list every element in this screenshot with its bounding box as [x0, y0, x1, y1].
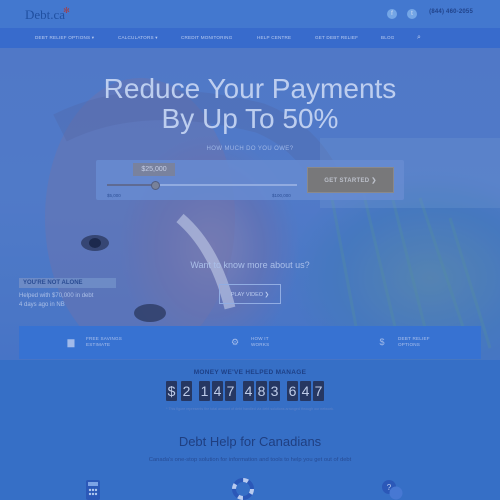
nav-calculators[interactable]: CALCULATORS ▾	[118, 28, 158, 48]
hero-title-line-1: Reduce Your Payments	[103, 73, 397, 104]
counter-digit: 4	[300, 381, 311, 401]
feature-debt-relief-options[interactable]: DEBT RELIEF OPTIONS	[398, 336, 430, 348]
gears-icon: ⚙	[230, 337, 240, 347]
testimonial-line-2: 4 days ago in NB	[19, 302, 65, 308]
feature-how-it-works[interactable]: HOW IT WORKS	[251, 336, 269, 348]
hero-title-line-2: By Up To 50%	[161, 103, 339, 134]
hero-section: Reduce Your Payments By Up To 50% HOW MU…	[0, 48, 500, 360]
counter-footnote: * This figure represents the total amoun…	[166, 407, 334, 411]
money-counter: $ 2 1 4 7 4 8 3 6 4 7	[166, 381, 336, 401]
slider-min-label: $5,000	[107, 193, 121, 198]
money-title: MONEY WE'VE HELPED MANAGE	[193, 369, 307, 376]
calculator-icon[interactable]	[82, 478, 104, 500]
twitter-icon[interactable]: t	[407, 9, 417, 19]
feature-free-savings-estimate[interactable]: FREE SAVINGS ESTIMATE	[86, 336, 122, 348]
get-started-button[interactable]: GET STARTED ❯	[307, 167, 394, 193]
counter-digit: 7	[225, 381, 236, 401]
counter-digit: 7	[313, 381, 324, 401]
facebook-icon[interactable]: f	[387, 9, 397, 19]
amount-badge: $25,000	[133, 163, 175, 176]
nav-get-debt-relief[interactable]: GET DEBT RELIEF	[315, 28, 358, 48]
counter-digit: 3	[269, 381, 280, 401]
counter-digit: 8	[256, 381, 267, 401]
features-strip: ▆ FREE SAVINGS ESTIMATE ⚙ HOW IT WORKS $…	[19, 326, 481, 359]
slider-max-label: $100,000	[272, 193, 291, 198]
feature-label-line-2: ESTIMATE	[86, 342, 111, 347]
top-bar: Debt.ca✻ f t (844) 460-2055	[0, 0, 500, 28]
feature-label-line-2: WORKS	[251, 342, 270, 347]
maple-leaf-icon: ✻	[63, 6, 70, 15]
nav-blog[interactable]: BLOG	[381, 28, 395, 48]
testimonial-line-1: Helped with $70,000 in debt	[19, 293, 94, 299]
dollar-icon: $	[379, 337, 385, 347]
section-title: Debt Help for Canadians	[178, 434, 322, 449]
nav-help-centre[interactable]: HELP CENTRE	[257, 28, 291, 48]
counter-digit: 4	[243, 381, 254, 401]
not-alone-tag: YOU'RE NOT ALONE	[19, 278, 116, 288]
counter-digit: 1	[199, 381, 210, 401]
section-subtitle: Canada's one-stop solution for informati…	[148, 457, 352, 463]
feature-label-line-2: OPTIONS	[398, 342, 421, 347]
debt-slider-handle[interactable]	[151, 181, 160, 190]
debt-slider-fill	[107, 184, 154, 186]
testimonial-text: Helped with $70,000 in debt 4 days ago i…	[19, 292, 93, 310]
svg-text:?: ?	[387, 483, 392, 492]
counter-digit: $	[166, 381, 177, 401]
owe-question: HOW MUCH DO YOU OWE?	[206, 146, 294, 152]
want-more-text: Want to know more about us?	[190, 260, 310, 270]
phone-number[interactable]: (844) 460-2055	[429, 9, 473, 15]
logo[interactable]: Debt.ca✻	[25, 6, 72, 23]
chat-bubbles-icon[interactable]: ?	[381, 478, 403, 500]
play-video-button[interactable]: PLAY VIDEO ❯	[219, 284, 281, 304]
logo-text: Debt.ca	[25, 7, 66, 22]
nav-debt-relief-options[interactable]: DEBT RELIEF OPTIONS ▾	[35, 28, 94, 48]
piggy-bank-icon: ▆	[67, 337, 75, 347]
main-nav: DEBT RELIEF OPTIONS ▾ CALCULATORS ▾ CRED…	[0, 28, 500, 49]
counter-digit: 6	[287, 381, 298, 401]
search-icon[interactable]: ⌕	[417, 28, 421, 48]
counter-digit: 2	[181, 381, 192, 401]
lifebuoy-icon[interactable]	[232, 478, 254, 500]
counter-digit: 4	[212, 381, 223, 401]
nav-credit-monitoring[interactable]: CREDIT MONITORING	[181, 28, 232, 48]
